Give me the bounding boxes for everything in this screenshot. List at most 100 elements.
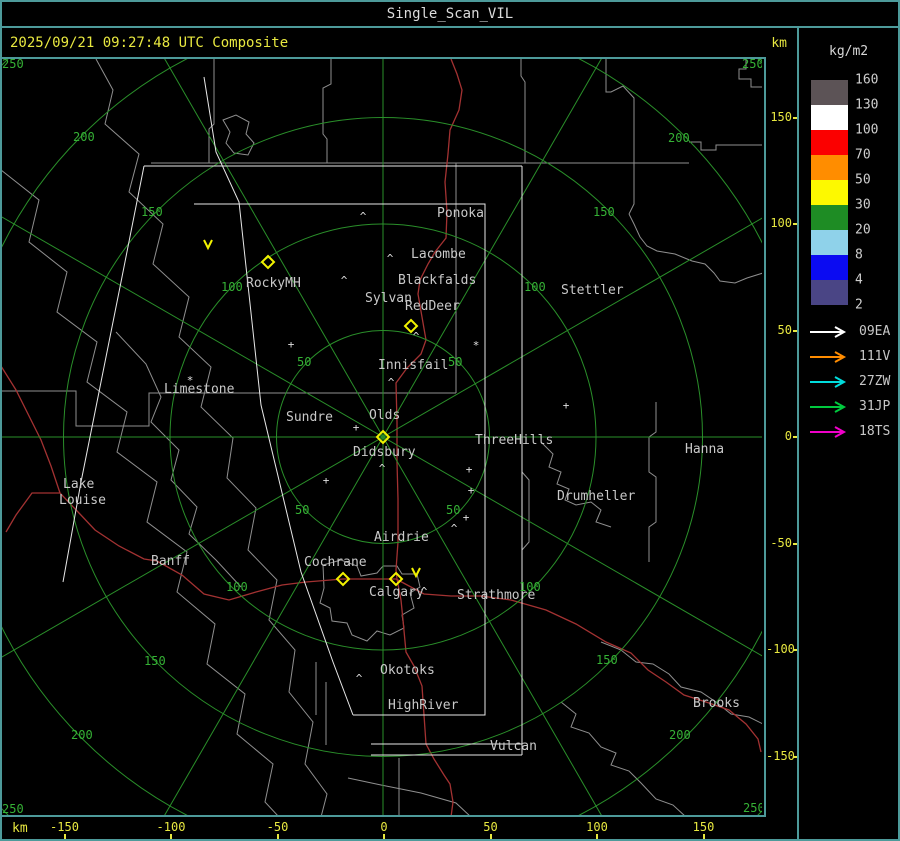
range-ring-label: 250 xyxy=(2,802,24,815)
colorbar-block xyxy=(811,280,848,305)
bottom-axis-tick-label: -50 xyxy=(266,820,289,834)
vil-colorbar xyxy=(811,80,848,305)
colorbar-threshold-label: 4 xyxy=(855,272,863,288)
county-boundary-line xyxy=(648,402,657,562)
bottom-axis-tick xyxy=(170,834,172,839)
window-title: Single_Scan_VIL xyxy=(386,6,514,22)
range-ring-label: 150 xyxy=(596,653,618,667)
city-label: Cochrane xyxy=(304,555,367,570)
map-point-marker: + xyxy=(353,421,360,434)
city-label: Didsbury xyxy=(353,445,416,460)
map-point-marker: ^ xyxy=(451,522,458,535)
radar-id-label: 27ZW xyxy=(859,374,891,389)
highway-line xyxy=(395,578,762,753)
colorbar-threshold-label: 2 xyxy=(855,297,863,313)
city-label: Airdrie xyxy=(374,530,429,545)
radar-map-svg[interactable]: 50 5050 50100 100100 100150 150150 150200 20020… xyxy=(2,59,762,815)
radar-id-label: 18TS xyxy=(859,424,891,439)
city-label: ThreeHills xyxy=(475,433,553,448)
range-ring-label: 250 xyxy=(2,59,24,71)
down-chevron-icon xyxy=(203,239,213,251)
radar-legend-row: 09EA xyxy=(809,324,890,339)
range-ring-label: 250 xyxy=(743,801,762,815)
colorbar-block xyxy=(811,80,848,105)
city-label: RedDeer xyxy=(405,299,460,314)
map-point-marker: + xyxy=(468,484,475,497)
colorbar-threshold-label: 20 xyxy=(855,222,871,238)
range-ring-label: 200 xyxy=(669,728,691,742)
county-boundary-line xyxy=(540,441,612,528)
county-boundary-line xyxy=(322,59,332,163)
range-ring-label: 200 xyxy=(71,728,93,742)
map-point-marker: + xyxy=(563,399,570,412)
range-ring-label: 50 xyxy=(295,503,309,517)
county-boundary-line xyxy=(521,397,530,562)
county-boundary-line xyxy=(222,114,255,156)
right-axis-tick-label: 100 xyxy=(770,216,792,230)
colorbar-threshold-label: 160 xyxy=(855,72,879,88)
radar-arrow-icon xyxy=(810,375,847,388)
bottom-axis-tick-label: 0 xyxy=(380,820,388,834)
city-label: Drumheller xyxy=(557,489,635,504)
city-label: Lacombe xyxy=(411,247,466,262)
colorbar-block xyxy=(811,205,848,230)
map-point-marker: ^ xyxy=(387,252,394,265)
county-boundary-line xyxy=(605,59,635,215)
colorbar-threshold-label: 30 xyxy=(855,197,871,213)
right-axis-tick-label: 50 xyxy=(777,322,792,337)
bottom-axis-tick xyxy=(63,834,66,839)
range-ring-label: 150 xyxy=(141,205,163,219)
scan-timestamp: 2025/09/21 09:27:48 UTC Composite xyxy=(10,35,289,51)
range-ring-label: 200 xyxy=(73,130,95,144)
map-point-marker: + xyxy=(323,474,330,487)
radar-arrow-icon xyxy=(810,350,847,363)
map-point-marker: + xyxy=(288,338,295,351)
colorbar-block xyxy=(811,155,848,180)
bottom-axis-tick-label: 150 xyxy=(692,820,715,834)
city-label: Banff xyxy=(151,554,190,569)
radar-map-frame: 50 50 50 50 100 100 100 100 150 150 150 150 200 200 20… xyxy=(2,57,766,817)
range-ring-label: 50 xyxy=(446,503,460,517)
down-chevron-icon xyxy=(411,567,421,579)
county-boundary-line xyxy=(600,641,762,725)
highway-line xyxy=(5,492,396,601)
colorbar-threshold-label: 100 xyxy=(855,122,879,138)
radar-legend-row: 18TS xyxy=(809,424,890,439)
map-point-marker: ^ xyxy=(356,672,363,685)
map-point-marker: + xyxy=(463,511,470,524)
colorbar-threshold-label: 50 xyxy=(855,172,871,188)
bottom-axis-tick xyxy=(276,834,279,839)
bottom-axis-unit-label: km xyxy=(12,821,28,836)
city-label: RockyMH xyxy=(246,276,301,291)
radar-id-label: 31JP xyxy=(859,399,891,414)
city-label: Stettler xyxy=(561,283,624,298)
map-point-marker: ^ xyxy=(379,462,386,475)
city-label: Louise xyxy=(59,493,106,508)
city-label: Lake xyxy=(63,477,94,492)
bottom-axis-tick xyxy=(596,834,598,839)
range-ring-label: 100 xyxy=(524,280,546,294)
map-point-marker: ^ xyxy=(360,210,367,223)
county-boundary-line xyxy=(689,141,762,151)
colorbar-threshold-label: 8 xyxy=(855,247,863,263)
city-label: Sundre xyxy=(286,410,333,425)
range-ring-label: 150 xyxy=(144,654,166,668)
radar-viewer-window: Single_Scan_VIL 2025/09/21 09:27:48 UTC … xyxy=(0,0,900,841)
bottom-axis-tick xyxy=(489,834,492,839)
bottom-axis-tick xyxy=(383,834,385,839)
bottom-axis: km -150 -100 -50 0 50 100 150 xyxy=(2,817,797,839)
range-ring-label: 50 xyxy=(297,355,311,369)
right-axis-tick-label: 0 xyxy=(784,429,792,443)
radar-arrow-icon xyxy=(810,400,847,413)
radar-legend-row: 31JP xyxy=(809,399,890,414)
county-boundary-line xyxy=(520,59,526,163)
colorbar-threshold-label: 130 xyxy=(855,97,879,113)
city-label: Brooks xyxy=(693,696,740,711)
radar-legend-row: 27ZW xyxy=(809,374,890,389)
radar-arrow-icon xyxy=(810,325,847,338)
city-label: Calgary xyxy=(369,585,424,600)
map-point-marker: ^ xyxy=(388,376,395,389)
range-ring-label: 150 xyxy=(593,205,615,219)
right-axis-unit-label: km xyxy=(771,36,787,51)
map-point-marker: ^ xyxy=(341,274,348,287)
